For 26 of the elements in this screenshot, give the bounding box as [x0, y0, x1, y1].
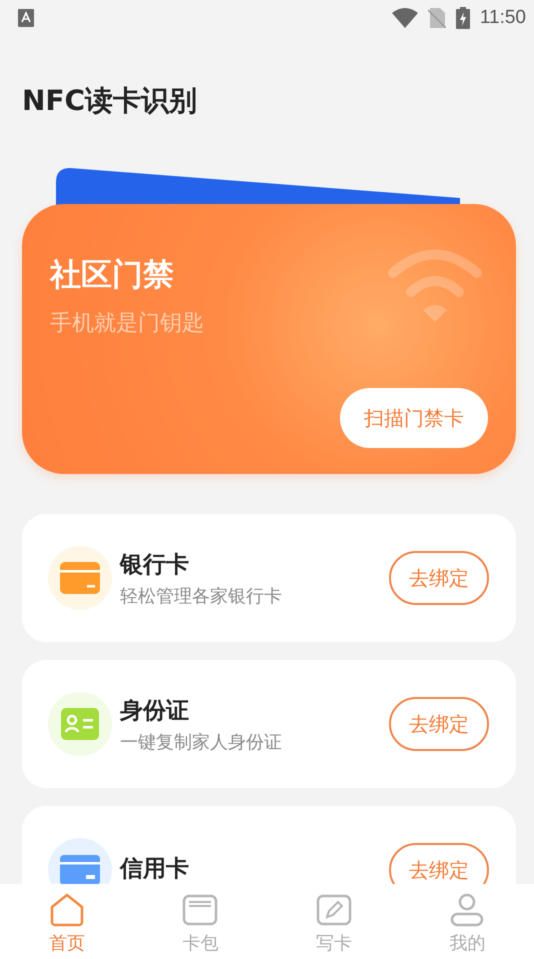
bind-button[interactable]: 去绑定	[389, 843, 489, 884]
card-subtitle: 手机就是门钥匙	[50, 310, 204, 338]
row-subtitle: 一键复制家人身份证	[120, 730, 283, 754]
card-icon	[182, 893, 218, 927]
row-title: 银行卡	[120, 550, 190, 580]
bind-button[interactable]: 去绑定	[389, 697, 489, 751]
wifi-icon	[392, 8, 418, 28]
keyboard-icon	[18, 9, 34, 27]
row-subtitle: 轻松管理各家银行卡	[120, 584, 283, 608]
tab-item[interactable]: 卡包	[134, 884, 267, 959]
tab-item[interactable]: 我的	[400, 884, 534, 959]
tab-item[interactable]: 写卡	[267, 884, 400, 959]
row-title: 信用卡	[120, 854, 190, 884]
page-title: NFC读卡识别	[22, 83, 198, 119]
user-icon	[449, 893, 486, 927]
signal-icon	[388, 248, 482, 322]
tab-item[interactable]: 首页	[0, 884, 134, 959]
scan-button[interactable]: 扫描门禁卡	[340, 388, 488, 448]
battery-icon	[456, 7, 470, 29]
home-icon	[48, 893, 85, 927]
status-time: 11:50	[480, 7, 526, 29]
bind-button[interactable]: 去绑定	[389, 551, 489, 605]
card-title: 社区门禁	[50, 256, 174, 295]
edit-icon	[316, 893, 352, 927]
row-title: 身份证	[120, 696, 190, 726]
no-sim-icon	[428, 8, 446, 28]
